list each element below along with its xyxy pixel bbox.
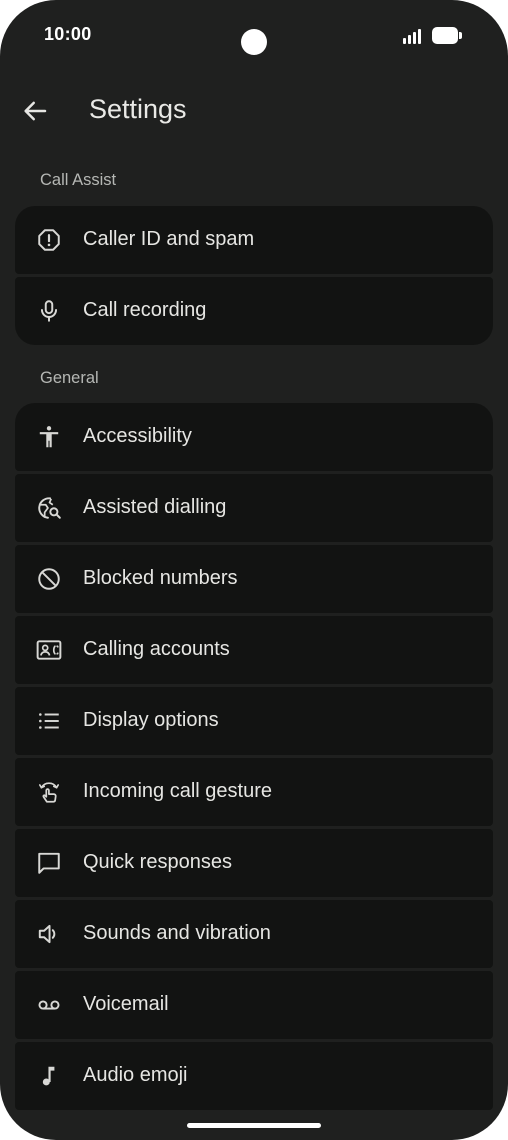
- caller-id-alert-icon: [36, 227, 62, 253]
- settings-item-label: Caller ID and spam: [83, 228, 255, 250]
- phone-screen: 10:00 Settings Call Assist Caller ID and…: [0, 0, 508, 1140]
- gesture-icon: [36, 779, 62, 805]
- settings-item-caller-id[interactable]: Caller ID and spam: [15, 206, 493, 274]
- settings-item-label: Quick responses: [83, 851, 232, 873]
- settings-item-display-options[interactable]: Display options: [15, 687, 493, 755]
- music-note-icon: [36, 1063, 62, 1089]
- settings-item-label: Assisted dialling: [83, 496, 227, 518]
- list-icon: [36, 708, 62, 734]
- settings-item-label: Display options: [83, 709, 219, 731]
- call-assist-group: Caller ID and spam Call recording: [15, 206, 493, 348]
- camera-cutout: [241, 29, 267, 55]
- settings-item-label: Voicemail: [83, 993, 169, 1015]
- battery-icon: [432, 27, 462, 44]
- status-bar: 10:00: [0, 0, 508, 72]
- accessibility-icon: [36, 424, 62, 450]
- page-title: Settings: [89, 94, 187, 124]
- settings-item-label: Accessibility: [83, 425, 192, 447]
- settings-item-voicemail[interactable]: Voicemail: [15, 971, 493, 1039]
- settings-item-label: Audio emoji: [83, 1064, 188, 1086]
- home-indicator[interactable]: [187, 1123, 321, 1128]
- settings-item-accessibility[interactable]: Accessibility: [15, 403, 493, 471]
- block-icon: [36, 566, 62, 592]
- section-title-call-assist: Call Assist: [40, 171, 117, 189]
- settings-item-label: Call recording: [83, 299, 207, 321]
- chat-bubble-icon: [36, 850, 62, 876]
- voicemail-icon: [36, 992, 62, 1018]
- settings-item-quick-responses[interactable]: Quick responses: [15, 829, 493, 897]
- settings-item-label: Sounds and vibration: [83, 922, 271, 944]
- settings-item-sounds-and-vibration[interactable]: Sounds and vibration: [15, 900, 493, 968]
- settings-item-incoming-call-gesture[interactable]: Incoming call gesture: [15, 758, 493, 826]
- settings-item-call-recording[interactable]: Call recording: [15, 277, 493, 345]
- speaker-icon: [36, 921, 62, 947]
- settings-item-label: Incoming call gesture: [83, 780, 272, 802]
- back-button[interactable]: [20, 96, 50, 126]
- settings-item-label: Calling accounts: [83, 638, 230, 660]
- settings-item-audio-emoji[interactable]: Audio emoji: [15, 1042, 493, 1110]
- contact-card-icon: [36, 637, 62, 663]
- status-time: 10:00: [44, 24, 92, 44]
- section-title-general: General: [40, 369, 99, 387]
- microphone-icon: [36, 298, 62, 324]
- settings-item-calling-accounts[interactable]: Calling accounts: [15, 616, 493, 684]
- globe-search-icon: [36, 495, 62, 521]
- back-arrow-icon: [24, 101, 47, 121]
- settings-item-blocked-numbers[interactable]: Blocked numbers: [15, 545, 493, 613]
- settings-item-assisted-dialling[interactable]: Assisted dialling: [15, 474, 493, 542]
- general-group: Accessibility Assisted dialling Blocked …: [15, 403, 493, 1113]
- settings-item-label: Blocked numbers: [83, 567, 238, 589]
- signal-icon: [403, 28, 425, 44]
